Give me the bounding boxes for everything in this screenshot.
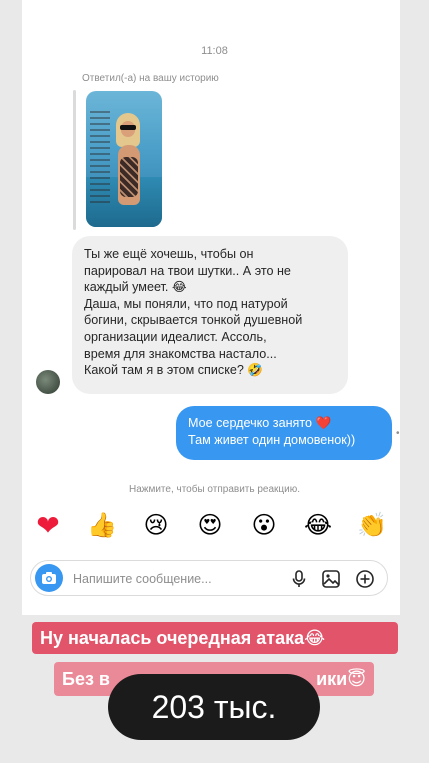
message-line: Какой там я в этом списке? 🤣	[84, 363, 264, 378]
message-line: Там живет один домовенок))	[188, 433, 356, 447]
reaction-heart-eyes-icon[interactable]: 😍	[192, 514, 228, 538]
message-timestamp: 11:08	[201, 45, 228, 57]
story-caption-2-start: Без в	[62, 669, 110, 689]
message-line: время для знакомства настало...	[84, 346, 277, 361]
sender-avatar[interactable]	[36, 370, 60, 394]
gallery-icon[interactable]	[321, 569, 341, 589]
message-composer	[30, 560, 388, 596]
microphone-icon[interactable]	[289, 569, 309, 589]
story-thumbnail[interactable]	[86, 91, 162, 227]
reaction-crying-face-icon[interactable]: 😢	[138, 514, 174, 538]
reaction-surprised-face-icon[interactable]: 😮	[246, 514, 282, 538]
reaction-clapping-hands-icon[interactable]: 👏	[354, 514, 390, 538]
story-reply-caption: Ответил(-а) на вашу историю	[82, 73, 219, 84]
reaction-tears-of-joy-icon[interactable]: 😂	[300, 514, 336, 538]
message-line: Ты же ещё хочешь, чтобы он	[84, 247, 254, 261]
reaction-thumbs-up-icon[interactable]: 👍	[84, 514, 120, 538]
message-line: каждый умеет. 😂	[84, 280, 187, 295]
message-options-dot[interactable]: •	[396, 428, 400, 439]
camera-icon	[42, 572, 56, 584]
message-line: Мое сердечко занято ❤️	[188, 416, 332, 430]
story-thumbnail-text-overlay	[90, 111, 110, 207]
message-line: организации идеалист. Ассоль,	[84, 329, 267, 344]
reaction-heart-icon[interactable]: ❤	[30, 512, 66, 540]
story-caption-1: Ну началась очередная атака😂	[32, 622, 398, 654]
story-reply-bar	[73, 90, 76, 230]
view-count-badge: 203 тыс.	[108, 674, 320, 740]
add-circle-icon[interactable]	[355, 569, 375, 589]
story-thumbnail-person	[112, 113, 148, 225]
message-line: богини, скрывается тонкой душевной	[84, 313, 303, 328]
message-line: Даша, мы поняли, что под натурой	[84, 296, 288, 311]
story-caption-2-end: ики😇	[316, 669, 366, 689]
reaction-hint: Нажмите, чтобы отправить реакцию.	[128, 484, 301, 495]
message-input[interactable]	[73, 570, 273, 588]
outgoing-message[interactable]: Мое сердечко занято ❤️ Там живет один до…	[176, 406, 392, 460]
camera-button[interactable]	[35, 564, 63, 592]
message-line: парировал на твои шутки.. А это не	[84, 263, 291, 278]
incoming-message[interactable]: Ты же ещё хочешь, чтобы он парировал на …	[72, 236, 348, 394]
reaction-bar: ❤ 👍 😢 😍 😮 😂 👏	[30, 508, 390, 544]
